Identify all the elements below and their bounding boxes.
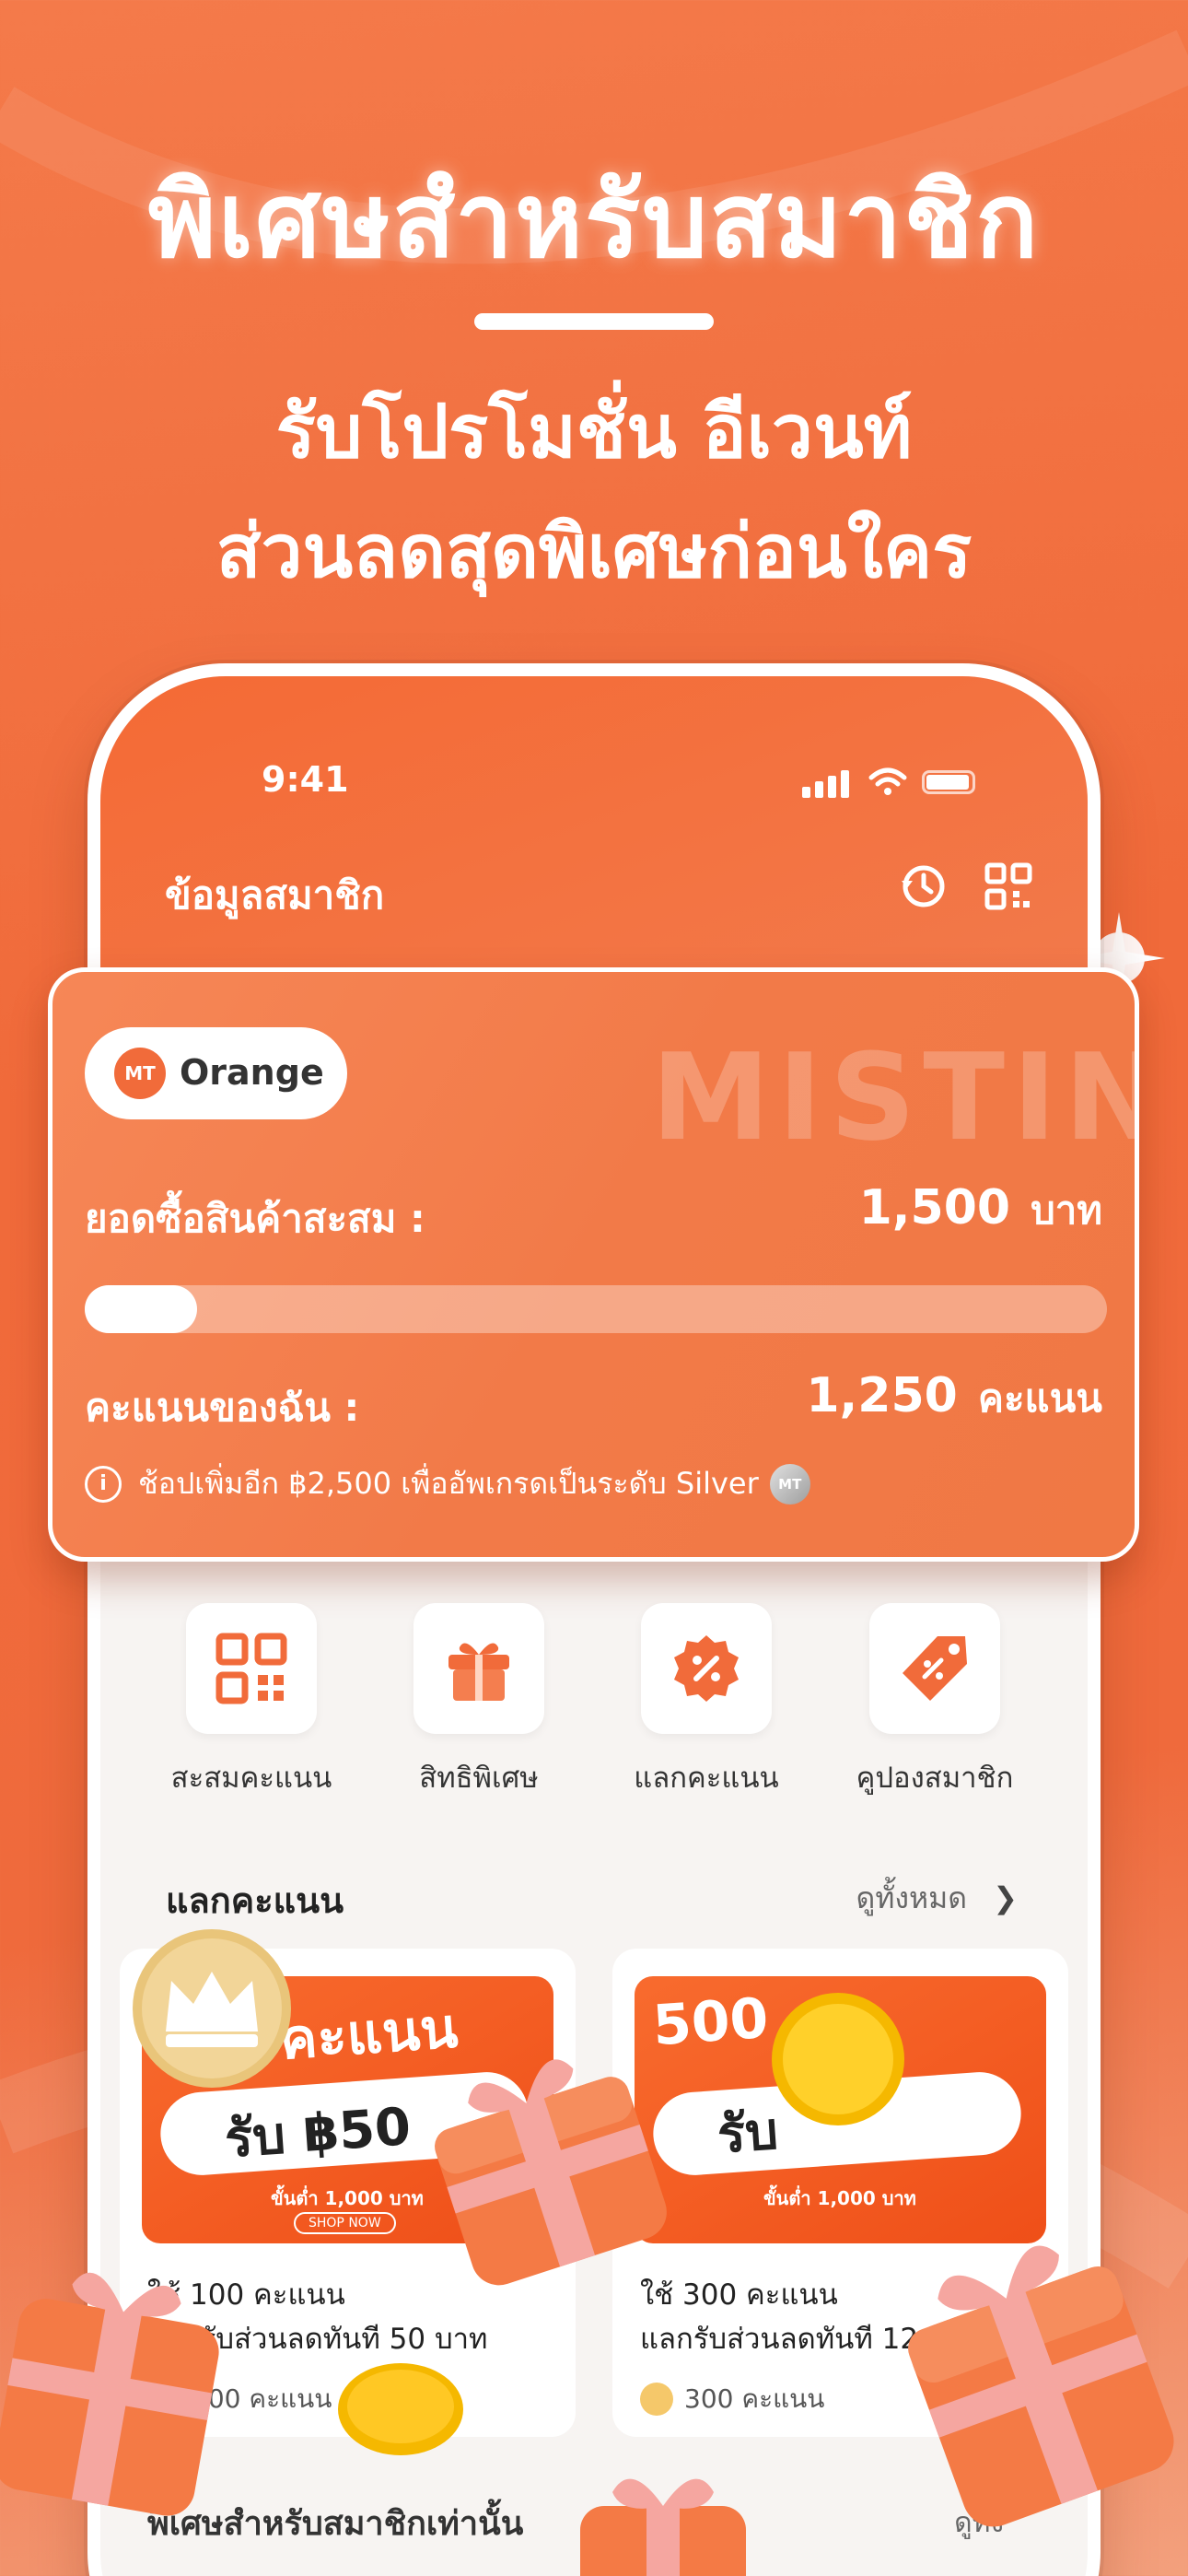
silver-tier-logo: MT xyxy=(769,1463,810,1505)
menu-tile xyxy=(413,1603,544,1734)
history-icon[interactable] xyxy=(898,861,949,912)
promo-subheadline-1: รับโปรโมชั่น อีเวนท์ xyxy=(275,389,913,474)
gold-coin-icon xyxy=(772,1993,904,2125)
percent-badge-icon xyxy=(674,1635,739,1702)
menu-tile xyxy=(641,1603,772,1734)
tier-progress-bar xyxy=(85,1285,1107,1333)
points-total: 1,250 คะแนน xyxy=(806,1368,1102,1429)
menu-label: สะสมคะแนน xyxy=(170,1762,332,1795)
signal-icon xyxy=(841,770,849,798)
upgrade-note-text: ช้อปเพิ่มอีก ฿2,500 เพื่ออัพเกรดเป็นระดั… xyxy=(138,1466,759,1501)
headline-divider xyxy=(474,313,714,330)
points-unit: คะแนน xyxy=(977,1376,1102,1421)
promo-headline: พิเศษสำหรับสมาชิก xyxy=(147,161,1041,281)
info-icon: i xyxy=(85,1465,122,1503)
gift-box-icon xyxy=(435,2059,667,2286)
gift-box-icon xyxy=(0,2272,219,2516)
signal-icon xyxy=(828,776,836,798)
points-label: คะแนนของฉัน : xyxy=(85,1385,360,1430)
member-card[interactable]: MISTIN MT Orange ยอดซื้อสินค้าสะสม : 1,5… xyxy=(48,967,1139,1562)
banner-get: รับ ฿50 xyxy=(223,2097,413,2170)
crown-icon xyxy=(640,2383,673,2416)
shop-now-badge: SHOP NOW xyxy=(294,2212,396,2234)
gold-crown-coin-icon xyxy=(133,1929,291,2088)
menu-member-coupons[interactable]: คูปองสมาชิก xyxy=(847,1603,1022,1800)
purchase-total: 1,500 บาท xyxy=(859,1180,1102,1241)
menu-privileges[interactable]: สิทธิพิเศษ xyxy=(391,1603,566,1800)
tier-progress-fill xyxy=(85,1285,198,1333)
signal-icon xyxy=(802,787,810,798)
menu-label: แลกคะแนน xyxy=(634,1762,779,1795)
promo-subheadline-2: ส่วนลดสุดพิเศษก่อนใคร xyxy=(215,509,973,594)
coupon-tag-icon xyxy=(903,1636,967,1701)
wifi-icon xyxy=(868,767,907,795)
chevron-right-icon: ❯ xyxy=(993,1880,1018,1915)
tier-logo: MT xyxy=(114,1048,166,1099)
see-all-link[interactable]: ดูทั้งหมด ❯ xyxy=(856,1875,1018,1922)
upgrade-note: i ช้อปเพิ่มอีก ฿2,500 เพื่ออัพเกรดเป็นระ… xyxy=(85,1460,810,1507)
menu-label: สิทธิพิเศษ xyxy=(419,1762,539,1795)
menu-collect-points[interactable]: สะสมคะแนน xyxy=(164,1603,339,1800)
page-title: ข้อมูลสมาชิก xyxy=(165,872,385,918)
status-time: 9:41 xyxy=(262,759,349,800)
qr-code-icon[interactable] xyxy=(984,862,1032,910)
tier-name: Orange xyxy=(180,1052,324,1093)
brand-watermark: MISTIN xyxy=(651,1027,1139,1167)
purchase-value: 1,500 xyxy=(858,1180,1011,1235)
gift-box-icon xyxy=(908,2245,1174,2527)
signal-icon xyxy=(815,781,823,798)
menu-tile xyxy=(186,1603,317,1734)
menu-label: คูปองสมาชิก xyxy=(856,1762,1014,1795)
gift-box-icon xyxy=(580,2478,746,2576)
status-icons xyxy=(802,767,977,798)
see-all-label: ดูทั้งหมด xyxy=(856,1880,968,1915)
gift-icon xyxy=(448,1643,509,1701)
menu-tile xyxy=(869,1603,1000,1734)
points-value: 1,250 xyxy=(806,1368,958,1423)
reward-cost: 300 คะแนน xyxy=(640,2379,824,2419)
redeem-section-title: แลกคะแนน xyxy=(166,1880,344,1921)
purchase-unit: บาท xyxy=(1031,1188,1102,1233)
banner-min: ขั้นต่ำ 1,000 บาท xyxy=(271,2187,424,2209)
tier-badge: MT Orange xyxy=(85,1027,347,1119)
battery-icon xyxy=(922,770,975,794)
qr-code-icon xyxy=(215,1633,287,1704)
reward-cost-text: 300 คะแนน xyxy=(684,2383,825,2414)
gold-coin-icon xyxy=(338,2363,463,2455)
menu-redeem-points[interactable]: แลกคะแนน xyxy=(619,1603,794,1800)
purchase-label: ยอดซื้อสินค้าสะสม : xyxy=(85,1196,425,1241)
